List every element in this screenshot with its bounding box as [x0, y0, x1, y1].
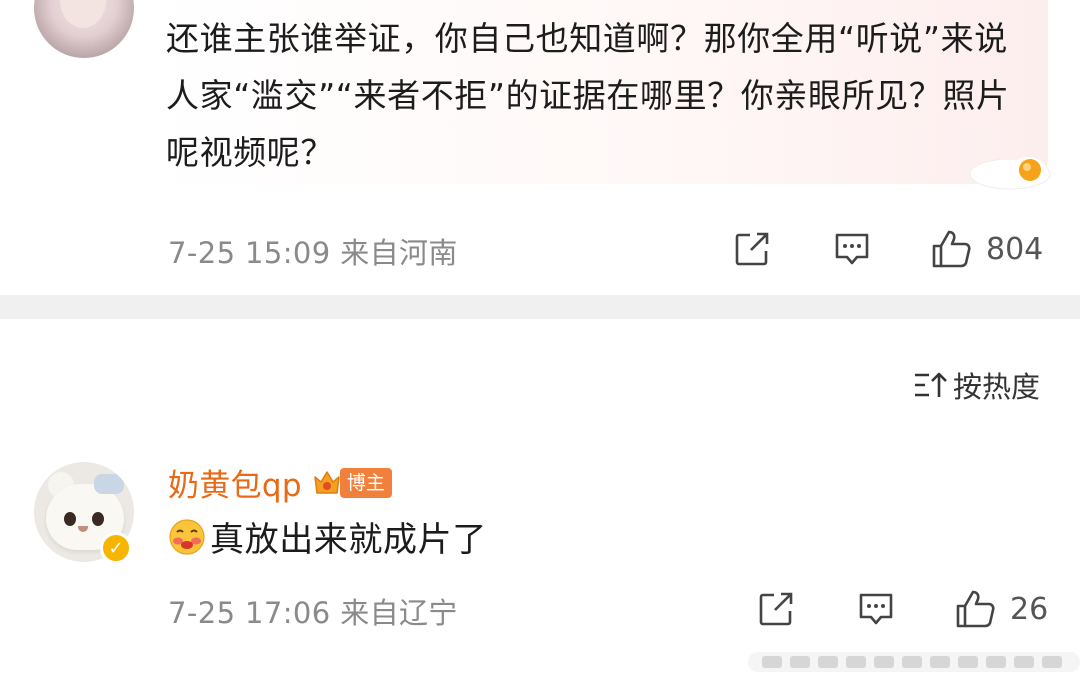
verified-icon: ✓ — [100, 532, 132, 564]
comment-meta-row: 7-25 17:06 来自辽宁 26 — [0, 584, 1080, 634]
share-icon — [759, 592, 793, 626]
crown-icon — [314, 470, 340, 494]
comment-time-location: 7-25 15:09 来自河南 — [168, 236, 458, 270]
username[interactable]: 奶黄包qp — [168, 460, 302, 505]
comment-icon — [859, 593, 893, 625]
like-button[interactable]: 26 — [954, 584, 1048, 634]
share-button[interactable] — [733, 224, 771, 274]
comment-header: 奶黄包qp 博主 — [168, 460, 392, 505]
sort-by-hot-button[interactable]: 按热度 — [913, 364, 1040, 406]
comment-text: 真放出来就成片了 — [210, 520, 487, 560]
thumbs-up-icon — [932, 230, 971, 268]
blushing-emoji-icon — [169, 518, 205, 555]
thumbs-up-icon — [956, 590, 995, 628]
sort-icon — [914, 372, 947, 397]
watermark — [748, 652, 1080, 672]
share-icon — [735, 232, 769, 266]
share-button[interactable] — [757, 584, 795, 634]
comment-body: 真放出来就成片了 — [168, 512, 487, 561]
sort-label: 按热度 — [952, 370, 1040, 404]
comment-time-location: 7-25 17:06 来自辽宁 — [168, 596, 458, 630]
comment-icon — [835, 233, 869, 265]
commenter-avatar[interactable] — [34, 0, 134, 58]
comment-card-1: 还谁主张谁举证，你自己也知道啊？那你全用“听说”来说人家“滥交”“来者不拒”的证… — [0, 0, 1080, 295]
like-count: 26 — [1010, 591, 1049, 627]
like-count: 804 — [986, 231, 1044, 267]
section-divider — [0, 295, 1080, 319]
blogger-badge: 博主 — [339, 467, 392, 498]
comment-text: 还谁主张谁举证，你自己也知道啊？那你全用“听说”来说人家“滥交”“来者不拒”的证… — [166, 19, 1010, 172]
fried-egg-sticker — [969, 157, 1051, 190]
comment-meta-row: 7-25 15:09 来自河南 804 — [0, 224, 1080, 274]
like-button[interactable]: 804 — [930, 224, 1043, 274]
comment-button[interactable] — [833, 224, 871, 274]
comment-button[interactable] — [857, 584, 895, 634]
